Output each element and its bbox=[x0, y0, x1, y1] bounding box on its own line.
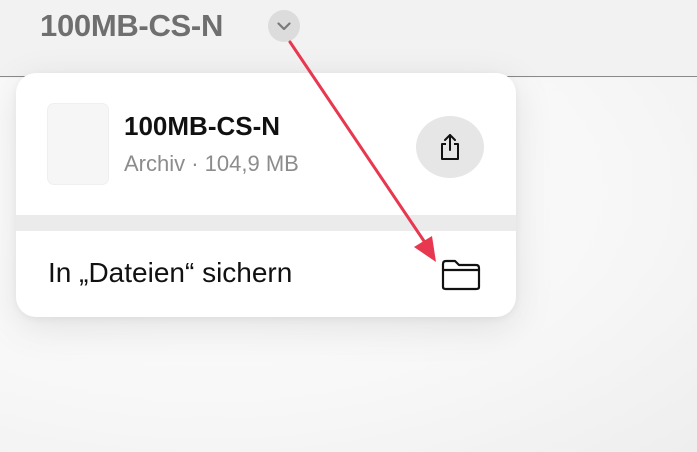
document-title[interactable]: 100MB-CS-N bbox=[40, 8, 223, 44]
top-bar: 100MB-CS-N bbox=[0, 0, 697, 77]
title-menu-button[interactable] bbox=[268, 10, 300, 42]
section-divider bbox=[16, 215, 516, 231]
folder-icon bbox=[441, 259, 481, 291]
share-button[interactable] bbox=[416, 116, 484, 178]
save-to-files-label: In „Dateien“ sichern bbox=[48, 257, 293, 288]
file-name: 100MB-CS-N bbox=[124, 111, 281, 141]
file-meta: Archiv · 104,9 MB bbox=[124, 151, 299, 176]
file-popover: 100MB-CS-N Archiv · 104,9 MB In „Dateien… bbox=[16, 73, 516, 317]
file-thumbnail bbox=[48, 104, 108, 184]
save-to-files-menu-item[interactable]: In „Dateien“ sichern bbox=[16, 231, 516, 317]
share-icon bbox=[441, 134, 459, 160]
chevron-down-icon bbox=[277, 21, 291, 30]
